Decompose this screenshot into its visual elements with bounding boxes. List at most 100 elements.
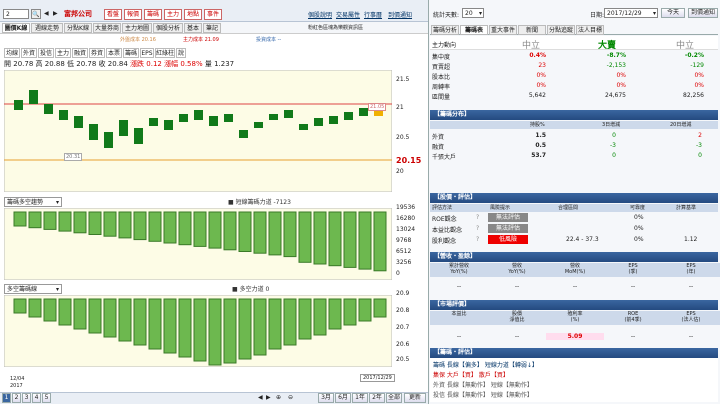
right-tab-3[interactable]: 新聞: [518, 25, 546, 35]
func-button-4[interactable]: 地點: [184, 9, 202, 20]
range-button-2[interactable]: 1年: [352, 393, 368, 403]
long-short-bar: [118, 298, 132, 342]
func-button-0[interactable]: 看盤: [104, 9, 122, 20]
page-button-4[interactable]: 4: [32, 393, 41, 403]
cd-row-value: 2: [698, 132, 702, 139]
nav-prev-icon[interactable]: ◀: [258, 394, 266, 402]
question-icon[interactable]: ?: [476, 214, 479, 221]
panel3-select[interactable]: 多空籌碼線 ▾: [4, 284, 62, 294]
chip-bar: [343, 211, 357, 268]
cd-row-value: 0: [698, 152, 702, 159]
candle: [164, 120, 173, 130]
func-button-5[interactable]: 事件: [204, 9, 222, 20]
indicator-tab-10[interactable]: 說: [176, 48, 186, 58]
right-tab-2[interactable]: 重大事件: [489, 25, 517, 35]
func-button-2[interactable]: 籌碼: [144, 9, 162, 20]
chip-bar: [13, 211, 27, 227]
page-button-2[interactable]: 2: [12, 393, 21, 403]
chart-tab-6[interactable]: 基本: [184, 23, 202, 33]
indicator-tab-3[interactable]: 主力: [55, 48, 71, 58]
page-button-3[interactable]: 3: [22, 393, 31, 403]
func-button-3[interactable]: 主力: [164, 9, 182, 20]
long-short-bar: [28, 298, 42, 318]
indicator-tab-4[interactable]: 融資: [72, 48, 88, 58]
chart-tab-5[interactable]: 個股分析: [153, 23, 183, 33]
low-price-tag: 20.31: [64, 153, 83, 161]
indicator-tab-9[interactable]: 紅綠柱: [155, 48, 175, 58]
val-row-label: ROE觀念: [432, 216, 457, 223]
chip-bar: [298, 211, 312, 263]
chart-tab-1[interactable]: 週線走勢: [31, 23, 63, 33]
panel3-axis: 20.9 20.8 20.7 20.6 20.5: [396, 290, 410, 363]
chip-bar: [238, 211, 252, 252]
indicator-tab-1[interactable]: 外資: [21, 48, 37, 58]
val-range: 22.4 - 37.3: [566, 236, 599, 243]
page-button-1[interactable]: 1: [2, 393, 11, 403]
chip-bar: [133, 211, 147, 241]
market-value: --: [456, 333, 462, 340]
chip-bar: [58, 211, 72, 232]
zoom-out-icon[interactable]: ⊖: [288, 394, 298, 402]
long-short-bar: [73, 298, 87, 330]
stock-code-input[interactable]: 2: [3, 9, 29, 19]
chart-tab-4[interactable]: 主力地圖: [122, 23, 152, 33]
chart-tab-2[interactable]: 分點K線: [64, 23, 92, 33]
prev-arrow-icon[interactable]: ◀: [44, 10, 52, 18]
date-input[interactable]: 2017/12/29 ▾: [604, 8, 658, 18]
revenue-value: --: [630, 283, 636, 290]
range-button-1[interactable]: 6月: [335, 393, 351, 403]
price-alert-button[interactable]: 到價通知: [688, 8, 718, 18]
update-button[interactable]: 更新: [404, 393, 426, 403]
mf-row-value: 0%: [536, 72, 546, 79]
date-end: 2017/12/29: [360, 374, 395, 382]
indicator-tab-6[interactable]: 本票: [106, 48, 122, 58]
question-icon[interactable]: ?: [476, 236, 479, 243]
chart-tab-3[interactable]: 大量券商: [93, 23, 121, 33]
revenue-col-header: EPS (季): [604, 263, 662, 277]
question-icon[interactable]: ?: [476, 225, 479, 232]
long-short-bar: [298, 298, 312, 340]
link-stock-info[interactable]: 個股說明: [308, 10, 332, 19]
next-arrow-icon[interactable]: ▶: [53, 10, 61, 18]
chip-bar: [373, 211, 387, 272]
signal-line4: 投信 長線【無動作】 短線【無動作】: [433, 392, 533, 399]
indicator-tab-5[interactable]: 券資: [89, 48, 105, 58]
func-button-1[interactable]: 報價: [124, 9, 142, 20]
days-select[interactable]: 20 ▾: [462, 8, 484, 18]
candle: [209, 116, 218, 126]
link-calendar[interactable]: 行事曆: [364, 10, 382, 19]
chart-tab-7[interactable]: 筆記: [203, 23, 221, 33]
pink-zone-note: 粉紅色區塊為樂觀資訊區: [308, 25, 364, 31]
panel2-select[interactable]: 籌碼多空趨勢 ▾: [4, 197, 62, 207]
range-button-4[interactable]: 全部: [386, 393, 402, 403]
chart-tab-0[interactable]: 圖價K線: [2, 23, 30, 33]
price-chart[interactable]: [4, 70, 392, 192]
indicator-tab-7[interactable]: 籌碼: [123, 48, 139, 58]
chip-strength-chart[interactable]: [4, 208, 392, 280]
market-col-header: EPS (法人估): [662, 311, 720, 325]
indicator-tab-8[interactable]: EPS: [140, 48, 154, 58]
link-trade-attr[interactable]: 交易屬性: [336, 10, 360, 19]
page-button-5[interactable]: 5: [42, 393, 51, 403]
indicator-tab-2[interactable]: 投信: [38, 48, 54, 58]
right-tab-0[interactable]: 籌碼分析: [431, 25, 459, 35]
candle: [224, 114, 233, 122]
range-button-3[interactable]: 2年: [369, 393, 385, 403]
link-price-alert[interactable]: 到價通知: [388, 10, 412, 19]
search-icon[interactable]: 🔍: [31, 9, 41, 19]
range-button-0[interactable]: 3月: [318, 393, 334, 403]
candle: [359, 108, 368, 116]
right-tab-4[interactable]: 分點追蹤: [547, 25, 575, 35]
market-value: --: [688, 333, 694, 340]
nav-next-icon[interactable]: ▶: [266, 394, 274, 402]
outside-cost-label: 外盤成本 20.16: [120, 37, 156, 43]
long-short-chart[interactable]: [4, 295, 392, 367]
today-button[interactable]: 今天: [661, 8, 685, 18]
right-tab-5[interactable]: 法人目標: [576, 25, 604, 35]
zoom-in-icon[interactable]: ⊕: [276, 394, 286, 402]
mf-row-value: 0%: [694, 82, 704, 89]
indicator-tab-0[interactable]: 均線: [4, 48, 20, 58]
mf-row-value: 0%: [536, 82, 546, 89]
candle: [29, 90, 38, 104]
right-tab-1[interactable]: 籌碼表: [460, 25, 488, 35]
